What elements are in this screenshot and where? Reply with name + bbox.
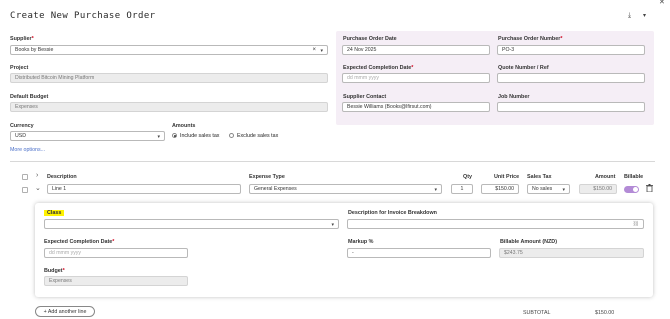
col-amount: Amount — [595, 174, 616, 180]
quote-number-label: Quote Number / Ref — [498, 65, 549, 71]
detail-expected-completion-label: Expected Completion Date* — [44, 239, 115, 245]
col-description: Description — [47, 174, 77, 180]
default-budget-label: Default Budget — [10, 94, 49, 100]
chevron-down-icon: ▾ — [331, 222, 334, 228]
class-label: Class — [44, 210, 65, 216]
include-tax-label: Include sales tax — [180, 133, 220, 139]
col-billable: Billable — [624, 174, 644, 180]
include-tax-radio[interactable]: Include sales tax — [172, 133, 219, 139]
download-icon[interactable]: ⤓ — [628, 12, 631, 20]
po-number-field[interactable]: PO-3 — [497, 45, 645, 55]
amounts-label: Amounts — [172, 123, 196, 129]
currency-value: USD — [15, 133, 26, 139]
supplier-value: Books by Bessie — [15, 47, 54, 53]
add-line-button[interactable]: + Add another line — [35, 306, 95, 317]
default-budget-field: Expenses — [10, 102, 328, 112]
po-date-label: Purchase Order Date — [343, 36, 397, 42]
quote-number-field[interactable] — [497, 73, 645, 83]
expected-completion-label: Expected Completion Date* — [343, 65, 414, 71]
chevron-down-icon: ▾ — [562, 187, 565, 193]
radio-selected — [172, 133, 177, 139]
supplier-contact-field[interactable]: Bessie Williams (Books@lfirsut.com) — [342, 102, 490, 112]
budget-field: Expenses — [44, 276, 188, 286]
currency-label: Currency — [10, 123, 34, 129]
job-number-field[interactable] — [497, 102, 645, 112]
subtotal-value: $150.00 — [595, 310, 615, 316]
sales-tax-value: No sales — [532, 186, 553, 192]
supplier-select[interactable]: Books by Bessie × ▾ — [10, 45, 328, 55]
divider — [10, 161, 655, 162]
billable-amount-label: Billable Amount (NZD) — [500, 239, 557, 245]
po-date-field[interactable]: 24 Nov 2025 — [342, 45, 490, 55]
col-qty: Qty — [463, 174, 472, 180]
chevron-down-icon: ▾ — [320, 48, 323, 54]
currency-select[interactable]: USD ▾ — [10, 131, 165, 141]
class-select[interactable]: ▾ — [44, 219, 339, 229]
markup-label: Markup % — [348, 239, 374, 245]
billable-amount-field: $243.75 — [499, 248, 644, 258]
select-all-checkbox[interactable] — [22, 174, 28, 180]
radio-unselected — [229, 133, 234, 139]
line-description-input[interactable]: Line 1 — [47, 184, 241, 194]
po-number-label: Purchase Order Number* — [498, 36, 563, 42]
supplier-label: Supplier* — [10, 36, 34, 42]
sales-tax-select[interactable]: No sales ▾ — [527, 184, 570, 194]
chevron-right-icon[interactable]: › — [36, 172, 38, 179]
expense-type-select[interactable]: General Expenses ▾ — [249, 184, 442, 194]
expected-completion-field[interactable]: dd mmm yyyy — [342, 73, 490, 83]
exclude-tax-label: Exclude sales tax — [237, 133, 279, 139]
col-expense-type: Expense Type — [249, 174, 285, 180]
chevron-down-icon: ▾ — [157, 134, 160, 140]
page-title: Create New Purchase Order — [10, 11, 156, 21]
more-options-link[interactable]: More options... — [10, 147, 45, 153]
subtotal-label: SUBTOTAL — [523, 310, 551, 316]
col-sales-tax: Sales Tax — [527, 174, 552, 180]
unit-price-input[interactable]: $150.00 — [481, 184, 519, 194]
supplier-contact-label: Supplier Contact — [343, 94, 387, 100]
exclude-tax-radio[interactable]: Exclude sales tax — [229, 133, 278, 139]
date-placeholder: dd mmm yyyy — [347, 75, 379, 81]
invoice-desc-input[interactable]: ⛓ — [347, 219, 644, 229]
chevron-down-icon[interactable]: ⌄ — [35, 184, 41, 192]
row-checkbox[interactable] — [22, 187, 28, 193]
job-number-label: Job Number — [498, 94, 530, 100]
col-unit-price: Unit Price — [494, 174, 520, 180]
trash-icon[interactable] — [646, 184, 653, 194]
detail-expected-completion-field[interactable]: dd mmm yyyy — [44, 248, 188, 258]
budget-label: Budget* — [44, 268, 65, 274]
invoice-desc-label: Description for Invoice Breakdown — [348, 210, 437, 216]
markup-input[interactable]: - — [347, 248, 491, 258]
project-field: Distributed Bitcoin Mining Platform — [10, 73, 328, 83]
amount-field: $150.00 — [579, 184, 617, 194]
clear-icon[interactable]: × — [312, 47, 316, 53]
chevron-down-icon: ▾ — [434, 187, 437, 193]
qty-input[interactable]: 1 — [451, 184, 473, 194]
expense-type-value: General Expenses — [254, 186, 297, 192]
chevron-down-icon[interactable]: ▾ — [643, 12, 646, 19]
project-label: Project — [10, 65, 29, 71]
link-icon: ⛓ — [632, 221, 639, 227]
date-placeholder: dd mmm yyyy — [49, 250, 81, 256]
close-icon[interactable]: ✕ — [659, 0, 665, 6]
billable-toggle[interactable] — [624, 186, 639, 193]
